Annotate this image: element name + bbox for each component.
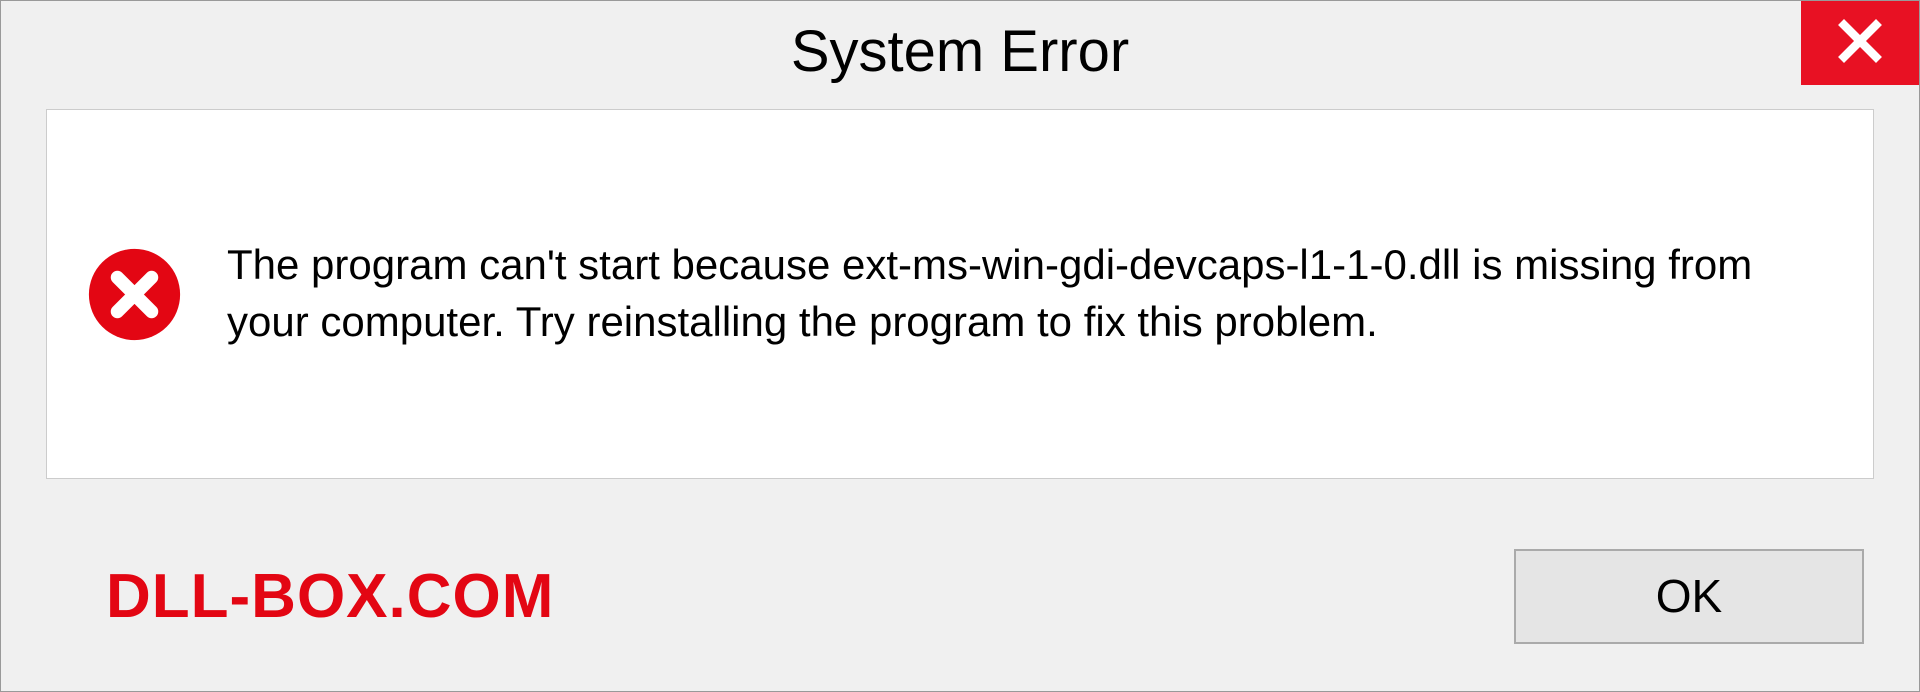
close-icon xyxy=(1836,17,1884,70)
error-icon xyxy=(87,247,182,342)
title-bar: System Error xyxy=(1,1,1919,101)
content-panel: The program can't start because ext-ms-w… xyxy=(46,109,1874,479)
error-dialog: System Error The program can't start bec… xyxy=(0,0,1920,692)
dialog-footer: DLL-BOX.COM OK xyxy=(1,501,1919,691)
dialog-title: System Error xyxy=(791,18,1129,85)
ok-button[interactable]: OK xyxy=(1514,549,1864,644)
watermark-text: DLL-BOX.COM xyxy=(106,561,554,632)
error-message: The program can't start because ext-ms-w… xyxy=(227,237,1833,350)
close-button[interactable] xyxy=(1801,1,1919,85)
